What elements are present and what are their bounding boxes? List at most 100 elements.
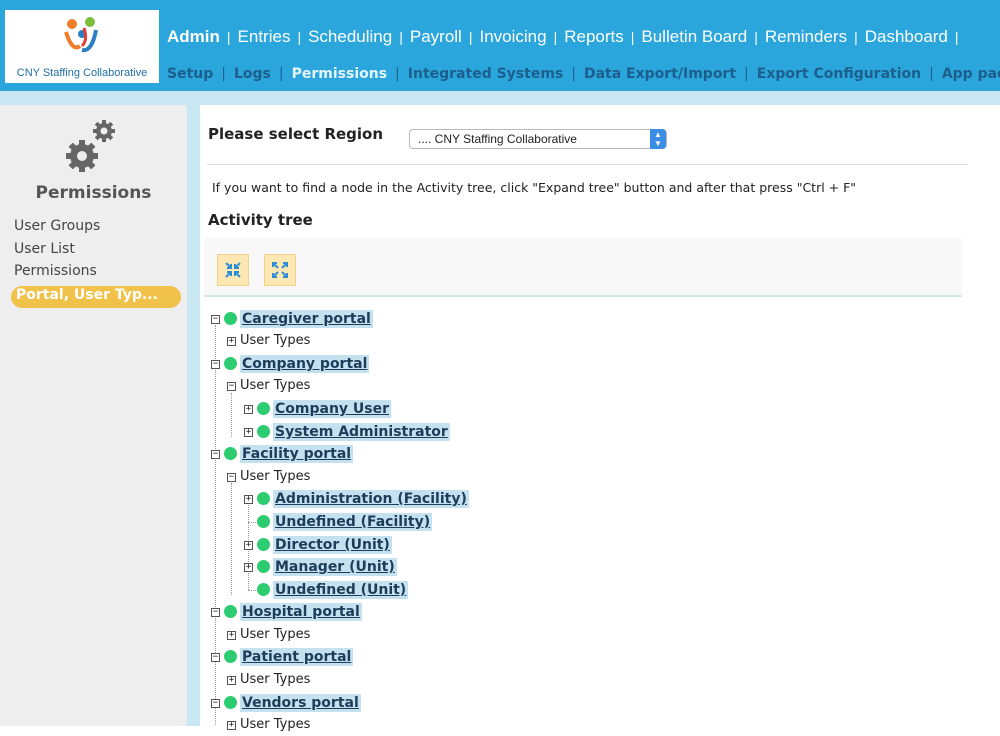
gears-icon [66,120,115,172]
nav-entries[interactable]: Entries [238,27,291,47]
divider [207,164,968,165]
collapse-tree-button[interactable] [217,254,249,286]
tree-node-user-types: − User Types [226,377,426,397]
status-dot-icon [257,492,270,505]
tree-node-manager-unit: + Manager (Unit) [243,558,543,578]
tree-node-director-unit: + Director (Unit) [243,536,543,556]
collapse-toggle-icon[interactable]: − [211,360,220,369]
sidebar-item-user-groups[interactable]: User Groups [14,218,100,234]
subnav-data-export-import[interactable]: Data Export/Import [584,66,736,82]
node-label[interactable]: Vendors portal [240,694,361,712]
hint-text: If you want to find a node in the Activi… [212,180,857,195]
user-types-label[interactable]: User Types [240,672,310,687]
tree-node-company-portal: − Company portal [210,355,510,375]
nav-dashboard[interactable]: Dashboard [865,27,948,47]
node-label[interactable]: Undefined (Facility) [273,513,433,531]
status-dot-icon [257,425,270,438]
expand-toggle-icon[interactable]: + [227,631,236,640]
tree-node-hospital-portal: − Hospital portal [210,603,510,623]
status-dot-icon [257,560,270,573]
node-label[interactable]: Hospital portal [240,603,362,621]
tree-node-undefined-facility: Undefined (Facility) [243,513,543,533]
sidebar-item-permissions[interactable]: Permissions [14,263,97,279]
subnav-logs[interactable]: Logs [234,66,271,82]
user-types-label[interactable]: User Types [240,378,310,393]
region-select[interactable]: .... CNY Staffing Collaborative ▲ ▼ [409,129,667,149]
node-label[interactable]: Company portal [240,355,370,373]
top-nav: Admin | Entries | Scheduling | Payroll | Invoici… [167,27,959,47]
expand-toggle-icon[interactable]: + [244,428,253,437]
tree-node-system-administrator: + System Administrator [243,423,543,443]
user-types-label[interactable]: User Types [240,469,310,484]
collapse-toggle-icon[interactable]: − [211,450,220,459]
status-dot-icon [224,696,237,709]
nav-admin[interactable]: Admin [167,27,220,47]
subnav-setup[interactable]: Setup [167,66,213,82]
company-logo[interactable]: CNY Staffing Collaborative [5,10,159,83]
logo-text: CNY Staffing Collaborative [16,67,148,79]
sidebar-item-portal-user-types[interactable]: Portal, User Typ... [11,286,181,308]
tree-toolbar [204,238,962,297]
collapse-toggle-icon[interactable]: − [227,473,236,482]
tree-node-user-types: − User Types [226,468,426,488]
subnav-app-pack[interactable]: App pack [942,66,1000,82]
collapse-arrows-icon [225,262,241,278]
sidebar-divider [187,105,200,726]
collapse-toggle-icon[interactable]: − [211,699,220,708]
user-types-label[interactable]: User Types [240,333,310,348]
tree-node-facility-portal: − Facility portal [210,445,510,465]
user-types-label[interactable]: User Types [240,717,310,732]
expand-toggle-icon[interactable]: + [227,676,236,685]
header-band [0,91,1000,105]
nav-reminders[interactable]: Reminders [765,27,847,47]
node-label[interactable]: Facility portal [240,445,354,463]
subnav-permissions[interactable]: Permissions [292,66,387,82]
node-label[interactable]: Company User [273,400,392,418]
nav-bulletin-board[interactable]: Bulletin Board [641,27,747,47]
status-dot-icon [224,650,237,663]
select-arrows-icon: ▲ ▼ [650,129,666,149]
user-types-label[interactable]: User Types [240,627,310,642]
expand-arrows-icon [272,262,288,278]
subnav-export-configuration[interactable]: Export Configuration [757,66,921,82]
tree-node-user-types: + User Types [226,626,426,646]
node-label[interactable]: Undefined (Unit) [273,581,409,599]
node-label[interactable]: Administration (Facility) [273,490,469,508]
nav-reports[interactable]: Reports [564,27,624,47]
collapse-toggle-icon[interactable]: − [211,315,220,324]
nav-invoicing[interactable]: Invoicing [479,27,546,47]
status-dot-icon [224,605,237,618]
sidebar-title: Permissions [35,183,152,203]
expand-toggle-icon[interactable]: + [244,495,253,504]
status-dot-icon [224,357,237,370]
tree-guide-line [231,483,232,595]
tree-guide-line [231,393,232,437]
node-label[interactable]: Patient portal [240,648,354,666]
region-select-value: .... CNY Staffing Collaborative [418,132,577,146]
node-label[interactable]: Caregiver portal [240,310,373,328]
expand-toggle-icon[interactable]: + [244,405,253,414]
expand-toggle-icon[interactable]: + [227,337,236,346]
status-dot-icon [257,583,270,596]
status-dot-icon [257,402,270,415]
collapse-toggle-icon[interactable]: − [227,382,236,391]
sidebar-item-user-list[interactable]: User List [14,241,75,257]
expand-tree-button[interactable] [264,254,296,286]
node-label[interactable]: System Administrator [273,423,450,441]
collapse-toggle-icon[interactable]: − [211,653,220,662]
nav-trailing-separator: | [954,29,959,45]
tree-node-user-types: + User Types [226,332,426,352]
status-dot-icon [257,538,270,551]
nav-scheduling[interactable]: Scheduling [308,27,392,47]
node-label[interactable]: Manager (Unit) [273,558,397,576]
node-label[interactable]: Director (Unit) [273,536,392,554]
expand-toggle-icon[interactable]: + [244,541,253,550]
collapse-toggle-icon[interactable]: − [211,608,220,617]
logo-figures-icon [64,17,98,53]
expand-toggle-icon[interactable]: + [244,563,253,572]
status-dot-icon [257,515,270,528]
subnav-integrated-systems[interactable]: Integrated Systems [408,66,563,82]
tree-node-patient-portal: − Patient portal [210,648,510,668]
nav-payroll[interactable]: Payroll [410,27,462,47]
tree-node-caregiver-portal: − Caregiver portal [210,310,510,330]
